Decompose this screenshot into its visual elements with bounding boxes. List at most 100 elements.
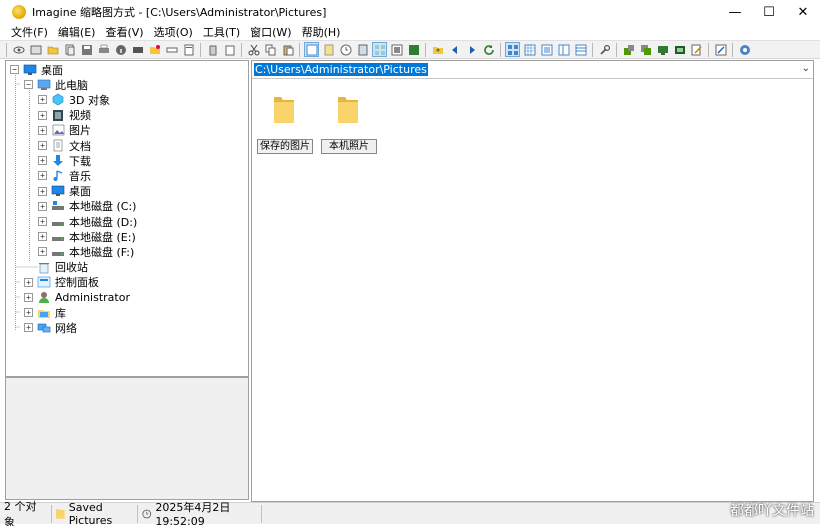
up-folder-icon[interactable]: [430, 42, 445, 57]
back-icon[interactable]: [447, 42, 462, 57]
expand-toggle[interactable]: +: [38, 186, 47, 196]
expand-toggle[interactable]: +: [38, 156, 47, 166]
sort-icon[interactable]: [355, 42, 370, 57]
copy-page-icon[interactable]: [62, 42, 77, 57]
maximize-button[interactable]: ☐: [752, 0, 786, 24]
folder-tree[interactable]: − 桌面 − 此电脑 +3D 对象 + 视频 + 图片 + 文档 + 下载 + 音乐 + 桌面 + 本地磁盘 (C:…: [5, 60, 249, 377]
menu-file[interactable]: 文件(F): [6, 24, 53, 40]
menu-view[interactable]: 查看(V): [100, 24, 148, 40]
image-green-icon[interactable]: [406, 42, 421, 57]
tree-item[interactable]: + 本地磁盘 (C:): [38, 199, 136, 214]
expand-toggle[interactable]: +: [24, 277, 33, 287]
monitor-icon[interactable]: [655, 42, 670, 57]
tree-item[interactable]: + Administrator: [24, 290, 130, 305]
tree-item-label: 控制面板: [55, 276, 99, 290]
save-icon[interactable]: [79, 42, 94, 57]
tree-item[interactable]: + 本地磁盘 (F:): [38, 244, 134, 259]
tree-item[interactable]: + 视频: [38, 108, 91, 123]
filter-icon[interactable]: [321, 42, 336, 57]
view-eye-icon[interactable]: [11, 42, 26, 57]
cut-icon[interactable]: [246, 42, 261, 57]
tree-item[interactable]: + 图片: [38, 123, 91, 138]
address-bar[interactable]: C:\Users\Administrator\Pictures ⌄: [252, 61, 813, 79]
open-folder-icon[interactable]: [45, 42, 60, 57]
plugin-icon[interactable]: [621, 42, 636, 57]
recycle-icon[interactable]: [222, 42, 237, 57]
expand-toggle[interactable]: +: [24, 308, 33, 318]
folder-icon[interactable]: [336, 93, 360, 128]
expand-toggle[interactable]: +: [38, 247, 47, 257]
copy-icon[interactable]: [263, 42, 278, 57]
thumbnail-view-icon[interactable]: [304, 42, 319, 57]
wrench-icon[interactable]: [597, 42, 612, 57]
drive-icon: [51, 230, 65, 243]
tree-item[interactable]: + 网络: [24, 320, 77, 335]
small-icons-view-icon[interactable]: [522, 42, 537, 57]
address-path[interactable]: C:\Users\Administrator\Pictures: [254, 63, 428, 76]
slideshow-icon[interactable]: [28, 42, 43, 57]
thumbnail-pane[interactable]: C:\Users\Administrator\Pictures ⌄ 保存的图片 …: [251, 60, 814, 502]
properties-icon[interactable]: [181, 42, 196, 57]
tree-item[interactable]: + 音乐: [38, 168, 91, 183]
expand-toggle[interactable]: +: [38, 232, 47, 242]
grid-view-icon[interactable]: [372, 42, 387, 57]
fit-view-icon[interactable]: [389, 42, 404, 57]
expand-toggle[interactable]: +: [24, 293, 33, 302]
forward-icon[interactable]: [464, 42, 479, 57]
collapse-toggle[interactable]: −: [24, 80, 33, 90]
print-icon[interactable]: [96, 42, 111, 57]
chevron-down-icon[interactable]: ⌄: [802, 63, 810, 74]
edit-pen-icon[interactable]: [689, 42, 704, 57]
scanner-icon[interactable]: [130, 42, 145, 57]
paste-icon[interactable]: [280, 42, 295, 57]
menu-tools[interactable]: 工具(T): [198, 24, 245, 40]
batch-icon[interactable]: [638, 42, 653, 57]
new-folder-icon[interactable]: [147, 42, 162, 57]
menu-edit[interactable]: 编辑(E): [53, 24, 101, 40]
expand-toggle[interactable]: +: [38, 201, 47, 211]
expand-toggle[interactable]: +: [38, 141, 47, 150]
close-button[interactable]: ✕: [786, 0, 820, 24]
tree-item[interactable]: + 库: [24, 305, 66, 320]
large-icons-view-icon[interactable]: [505, 42, 520, 57]
menu-options[interactable]: 选项(O): [149, 24, 198, 40]
minimize-button[interactable]: —: [718, 0, 752, 24]
expand-toggle[interactable]: +: [38, 171, 47, 181]
tree-item[interactable]: + 桌面: [38, 184, 91, 199]
toolbar-separator: [592, 42, 593, 57]
list-view-icon[interactable]: [539, 42, 554, 57]
toolbar-separator: [732, 42, 733, 57]
collapse-toggle[interactable]: −: [10, 65, 19, 74]
tree-item[interactable]: +3D 对象: [38, 92, 110, 107]
menu-help[interactable]: 帮助(H): [297, 24, 346, 40]
expand-toggle[interactable]: +: [38, 95, 47, 105]
tree-item[interactable]: + 本地磁盘 (D:): [38, 214, 137, 229]
thumbnail-label[interactable]: 本机照片: [321, 139, 377, 154]
columns-view-icon[interactable]: [573, 42, 588, 57]
delete-icon[interactable]: [205, 42, 220, 57]
info-icon[interactable]: [113, 42, 128, 57]
thumbnail-label[interactable]: 保存的图片: [257, 139, 313, 154]
tree-item[interactable]: − 桌面: [10, 62, 63, 77]
help-icon[interactable]: [737, 42, 752, 57]
expand-toggle[interactable]: +: [24, 323, 33, 333]
folder-icon[interactable]: [272, 93, 296, 128]
tree-item[interactable]: − 此电脑: [24, 77, 88, 92]
tree-item[interactable]: + 下载: [38, 153, 91, 168]
tree-item[interactable]: + 文档: [38, 138, 91, 153]
details-view-icon[interactable]: [556, 42, 571, 57]
tree-item[interactable]: 回收站: [24, 260, 88, 275]
drive-icon: [51, 215, 65, 228]
expand-toggle[interactable]: +: [38, 125, 47, 135]
clock-icon[interactable]: [338, 42, 353, 57]
expand-toggle[interactable]: +: [38, 217, 47, 226]
tree-item[interactable]: + 本地磁盘 (E:): [38, 229, 136, 244]
options-icon[interactable]: [713, 42, 728, 57]
menu-window[interactable]: 窗口(W): [245, 24, 296, 40]
tree-item[interactable]: + 控制面板: [24, 275, 99, 290]
refresh-icon[interactable]: [481, 42, 496, 57]
app-logo-icon: [12, 5, 26, 19]
rename-icon[interactable]: [164, 42, 179, 57]
capture-icon[interactable]: [672, 42, 687, 57]
expand-toggle[interactable]: +: [38, 110, 47, 120]
